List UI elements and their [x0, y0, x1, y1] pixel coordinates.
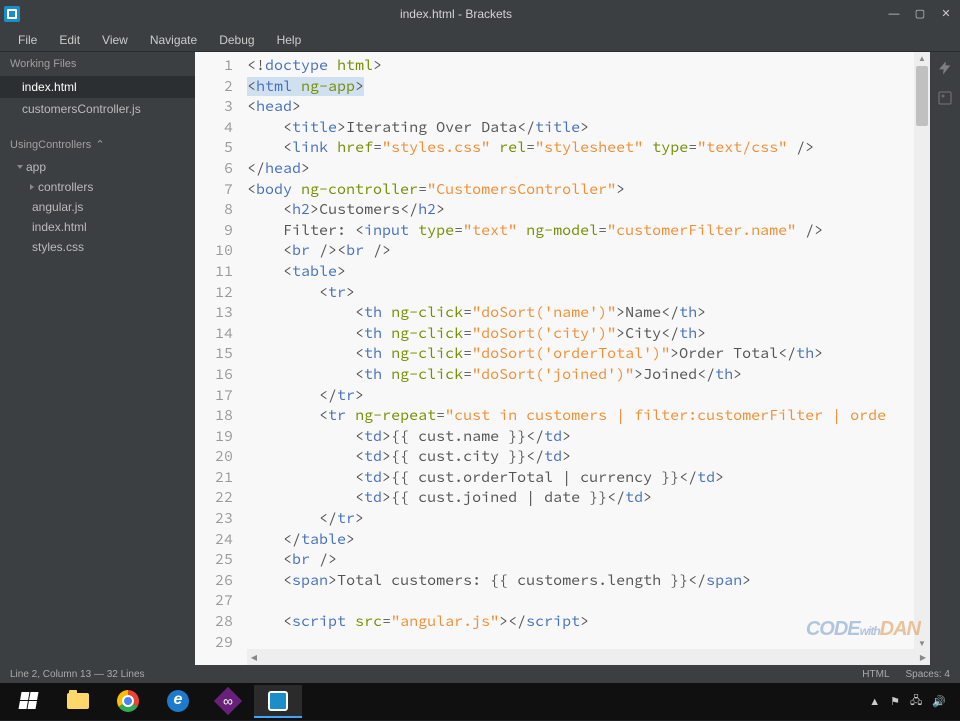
- twisty-icon: [30, 184, 34, 190]
- tree-folder-controllers[interactable]: controllers: [10, 177, 195, 197]
- tray-network-icon[interactable]: 🖧: [910, 692, 922, 711]
- windows-logo-icon: [18, 692, 38, 709]
- tray-flag-icon[interactable]: ▲: [869, 696, 880, 708]
- watermark: CODEwithDAN: [806, 618, 920, 641]
- folder-label: app: [26, 160, 46, 174]
- working-file-controller[interactable]: customersController.js: [0, 98, 195, 120]
- live-preview-icon[interactable]: [937, 60, 953, 76]
- vertical-scrollbar[interactable]: ▲ ▼: [914, 52, 930, 649]
- start-button[interactable]: [4, 685, 52, 718]
- visualstudio-icon: [214, 686, 242, 714]
- tray-action-icon[interactable]: ⚑: [890, 695, 900, 708]
- tray-volume-icon[interactable]: 🔊: [932, 695, 946, 708]
- project-label: UsingControllers: [10, 139, 91, 151]
- tree-file-index[interactable]: index.html: [10, 217, 195, 237]
- working-file-index[interactable]: index.html: [0, 76, 195, 98]
- statusbar: Line 2, Column 13 — 32 Lines HTML Spaces…: [0, 665, 960, 683]
- folder-label: controllers: [38, 180, 93, 194]
- chevron-down-icon: ⌃: [95, 138, 104, 151]
- taskbar: ▲ ⚑ 🖧 🔊: [0, 683, 960, 720]
- taskbar-explorer[interactable]: [54, 685, 102, 718]
- menu-navigate[interactable]: Navigate: [140, 31, 207, 49]
- maximize-button[interactable]: ▢: [910, 6, 930, 22]
- menu-view[interactable]: View: [92, 31, 138, 49]
- tree-file-styles[interactable]: styles.css: [10, 237, 195, 257]
- taskbar-ie[interactable]: [154, 685, 202, 718]
- menu-edit[interactable]: Edit: [49, 31, 90, 49]
- menubar: File Edit View Navigate Debug Help: [0, 28, 960, 52]
- scroll-up-icon[interactable]: ▲: [918, 54, 926, 62]
- scrollbar-thumb[interactable]: [916, 66, 928, 126]
- tree-folder-app[interactable]: app: [10, 157, 195, 177]
- folder-icon: [67, 693, 89, 709]
- close-button[interactable]: ✕: [936, 6, 956, 22]
- editor[interactable]: 1234567891011121314151617181920212223242…: [195, 52, 960, 665]
- sidebar: Working Files index.html customersContro…: [0, 52, 195, 665]
- extensions-icon[interactable]: [937, 90, 953, 106]
- cursor-position: Line 2, Column 13 — 32 Lines: [10, 669, 145, 680]
- project-dropdown[interactable]: UsingControllers ⌃: [0, 132, 195, 157]
- titlebar: index.html - Brackets — ▢ ✕: [0, 0, 960, 28]
- scroll-left-icon[interactable]: ◀: [247, 653, 261, 662]
- right-toolbar: [930, 52, 960, 665]
- ie-icon: [167, 690, 189, 712]
- menu-help[interactable]: Help: [267, 31, 312, 49]
- indent-mode[interactable]: Spaces: 4: [906, 669, 950, 680]
- scroll-right-icon[interactable]: ▶: [916, 653, 930, 662]
- code-area[interactable]: <!doctype html><html ng-app><head> <titl…: [247, 52, 960, 665]
- language-mode[interactable]: HTML: [862, 669, 889, 680]
- system-tray[interactable]: ▲ ⚑ 🖧 🔊: [869, 692, 956, 711]
- horizontal-scrollbar[interactable]: ◀ ▶: [247, 649, 930, 665]
- chrome-icon: [117, 690, 139, 712]
- window-title: index.html - Brackets: [28, 7, 884, 21]
- menu-file[interactable]: File: [8, 31, 47, 49]
- taskbar-chrome[interactable]: [104, 685, 152, 718]
- tree-file-angular[interactable]: angular.js: [10, 197, 195, 217]
- brackets-app-icon: [4, 6, 20, 22]
- menu-debug[interactable]: Debug: [209, 31, 264, 49]
- line-gutter: 1234567891011121314151617181920212223242…: [195, 52, 247, 665]
- brackets-icon: [268, 691, 288, 711]
- working-files-header: Working Files: [0, 52, 195, 76]
- twisty-icon: [17, 165, 23, 169]
- minimize-button[interactable]: —: [884, 6, 904, 22]
- taskbar-brackets[interactable]: [254, 685, 302, 718]
- taskbar-vs[interactable]: [204, 685, 252, 718]
